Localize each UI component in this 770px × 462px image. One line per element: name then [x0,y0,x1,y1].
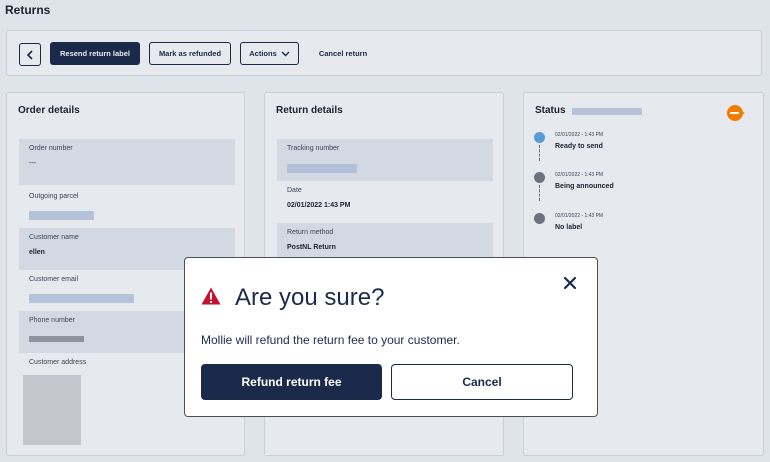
chevron-down-icon [281,51,290,56]
date-field: Date 02/01/2022 1:43 PM [277,181,493,223]
outgoing-parcel-label: Outgoing parcel [29,193,79,200]
order-number-label: Order number [29,145,73,152]
status-redacted [572,108,642,115]
confirm-dialog: Are you sure? Mollie will refund the ret… [184,257,598,417]
status-dot [534,213,545,224]
status-dot [534,132,545,143]
phone-number-redacted [29,336,84,342]
postnl-logo-icon [727,105,745,121]
chevron-left-icon [26,49,33,60]
dialog-title: Are you sure? [235,284,385,311]
outgoing-parcel-field: Outgoing parcel [19,187,235,229]
order-number-field: Order number --- [19,139,235,185]
page-title: Returns [5,3,51,17]
mark-as-refunded-button[interactable]: Mark as refunded [149,42,231,65]
cancel-return-link[interactable]: Cancel return [313,42,373,65]
timeline-connector [539,185,540,201]
date-value: 02/01/2022 1:43 PM [287,202,351,209]
outgoing-parcel-redacted [29,211,94,220]
return-method-value: PostNL Return [287,244,336,251]
refund-return-fee-button[interactable]: Refund return fee [201,364,382,400]
tracking-number-redacted [287,164,357,173]
status-time: 02/01/2022 - 1:43 PM [555,213,604,219]
status-time: 02/01/2022 - 1:43 PM [555,172,604,178]
tracking-number-label: Tracking number [287,145,340,152]
return-details-title: Return details [276,105,343,116]
status-label: No label [555,224,583,231]
order-number-value: --- [29,160,36,167]
tracking-number-field: Tracking number [277,139,493,181]
return-method-label: Return method [287,229,334,236]
status-label: Ready to send [555,143,603,150]
back-button[interactable] [19,43,41,66]
status-label: Being announced [555,183,614,190]
customer-email-redacted [29,294,134,303]
close-icon[interactable] [563,276,577,290]
customer-name-label: Customer name [29,234,79,241]
status-title: Status [535,105,566,116]
actions-label: Actions [249,49,277,58]
status-time: 02/01/2022 - 1:43 PM [555,132,604,138]
timeline-connector [539,145,540,161]
customer-name-value: ellen [29,249,45,256]
date-label: Date [287,187,302,194]
warning-icon [201,287,221,305]
status-dot [534,172,545,183]
order-details-title: Order details [18,105,80,116]
dialog-message: Mollie will refund the return fee to you… [201,333,460,347]
cancel-button[interactable]: Cancel [391,364,573,400]
resend-return-label-button[interactable]: Resend return label [50,42,140,65]
toolbar: Resend return label Mark as refunded Act… [6,30,762,76]
actions-dropdown-button[interactable]: Actions [240,42,299,65]
customer-address-redacted [23,375,81,445]
